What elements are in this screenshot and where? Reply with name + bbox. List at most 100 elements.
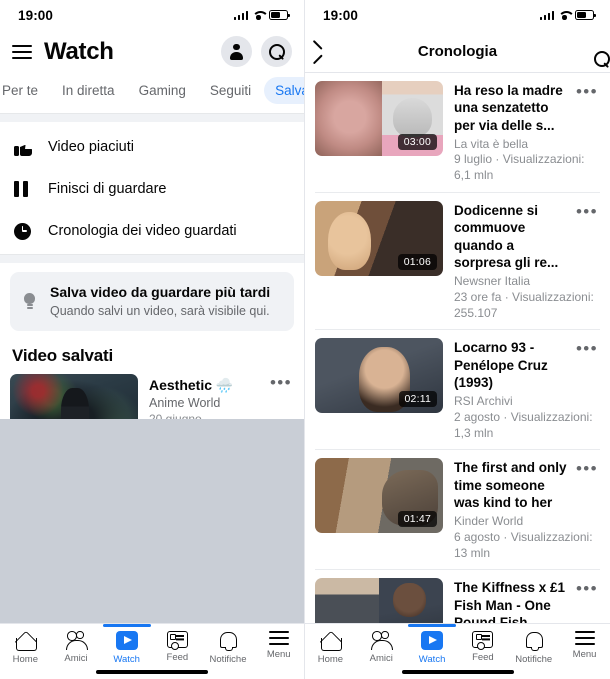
video-duration-badge: 01:47 <box>397 511 437 528</box>
video-title: Aesthetic 🌧️ <box>149 376 234 393</box>
nav-label: Notifiche <box>515 654 553 665</box>
bell-icon <box>525 631 544 651</box>
watch-header: Watch <box>0 30 304 75</box>
video-page-name: La vita è bella <box>454 136 529 151</box>
menu-row-finisci-di-guardare[interactable]: Finisci di guardare <box>0 168 304 210</box>
nav-label: Menu <box>266 649 291 660</box>
tab-salvati[interactable]: Salvati <box>264 77 304 104</box>
person-icon <box>229 44 244 60</box>
active-tab-indicator <box>102 624 151 627</box>
feed-icon <box>472 631 494 650</box>
tab-per-te[interactable]: Per te <box>0 77 49 104</box>
video-title: Ha reso la madre una senzatetto per via … <box>454 83 563 133</box>
nav-item-menu[interactable]: Menu <box>559 631 610 660</box>
nav-item-notifiche[interactable]: Notifiche <box>203 631 254 665</box>
history-list-item[interactable]: 02:11 Locarno 93 - Penélope Cruz (1993) … <box>305 330 610 449</box>
tab-gaming[interactable]: Gaming <box>128 77 197 104</box>
tab-in-diretta[interactable]: In diretta <box>51 77 126 104</box>
thumbs-up-icon <box>14 138 40 156</box>
search-button[interactable] <box>261 36 292 67</box>
video-title: Locarno 93 - Penélope Cruz (1993) <box>454 340 548 390</box>
info-card-subtitle: Quando salvi un video, sarà visibile qui… <box>50 303 270 318</box>
nav-item-watch[interactable]: Watch <box>101 624 152 665</box>
nav-item-home[interactable]: Home <box>0 631 51 665</box>
save-videos-info-card: Salva video da guardare più tardi Quando… <box>10 272 294 331</box>
history-list-item[interactable]: 03:00 Ha reso la madre una senzatetto pe… <box>305 73 610 192</box>
more-options-icon[interactable]: ••• <box>570 339 600 357</box>
nav-label: Feed <box>166 652 189 663</box>
history-list-item[interactable]: 01:47 The first and only time someone wa… <box>305 450 610 569</box>
video-title: The first and only time someone was kind… <box>454 460 567 510</box>
video-meta-line: 9 luglio · Visualizzazioni: <box>454 152 585 167</box>
watch-icon <box>115 631 138 650</box>
nav-label: Home <box>12 654 38 665</box>
nav-item-watch[interactable]: Watch <box>407 624 458 665</box>
cellular-signal-icon <box>233 10 248 20</box>
wifi-icon <box>252 10 265 20</box>
status-bar-icons <box>233 10 290 20</box>
nav-label: Watch <box>418 654 446 665</box>
nav-label: Notifiche <box>209 654 247 665</box>
menu-row-cronologia[interactable]: Cronologia dei video guardati <box>0 210 304 252</box>
nav-item-feed[interactable]: Feed <box>457 631 508 663</box>
friends-icon <box>370 631 394 651</box>
nav-item-home[interactable]: Home <box>305 631 356 665</box>
video-thumbnail[interactable]: 01:47 <box>315 458 443 534</box>
nav-item-amici[interactable]: Amici <box>51 631 102 664</box>
history-list-item[interactable]: 01:06 Dodicenne si commuove quando a sor… <box>305 193 610 329</box>
friends-icon <box>65 631 88 651</box>
video-view-count: 255.107 <box>454 305 498 320</box>
video-meta-line: 23 ore fa · Visualizzazioni: <box>454 289 594 304</box>
video-duration-badge: 02:11 <box>398 391 437 408</box>
saved-menu-rows: Video piaciuti Finisci di guardare Crono… <box>0 122 304 254</box>
more-options-icon[interactable]: ••• <box>570 202 600 220</box>
left-phone-screen: 19:00 Watch Per te In diretta Gaming Seg… <box>0 0 305 679</box>
nav-label: Home <box>317 654 344 665</box>
nav-label: Amici <box>369 653 393 664</box>
watch-icon <box>421 631 444 650</box>
status-bar-time: 19:00 <box>323 7 359 23</box>
back-arrow-icon[interactable] <box>321 42 332 60</box>
profile-button[interactable] <box>221 36 252 67</box>
history-item-meta: Dodicenne si commuove quando a sorpresa … <box>443 201 600 321</box>
right-phone-screen: 19:00 Cronologia 03:00 Ha reso la madre … <box>305 0 610 679</box>
nav-item-amici[interactable]: Amici <box>356 631 407 664</box>
more-options-icon[interactable]: ••• <box>570 579 600 597</box>
menu-row-video-piaciuti[interactable]: Video piaciuti <box>0 126 304 168</box>
nav-label: Feed <box>472 652 494 663</box>
video-thumbnail[interactable]: 03:00 <box>315 81 443 156</box>
video-view-count: 6,1 mln <box>454 168 494 183</box>
bottom-navigation: Home Amici Watch Feed Notifiche Menu <box>0 623 304 679</box>
video-thumbnail[interactable]: 02:11 <box>315 338 443 414</box>
info-card-title: Salva video da guardare più tardi <box>50 284 271 300</box>
video-thumbnail[interactable]: 01:06 <box>315 201 443 277</box>
battery-icon <box>575 10 596 20</box>
video-view-count: 1,3 mln <box>454 425 494 440</box>
nav-item-notifiche[interactable]: Notifiche <box>508 631 559 665</box>
video-meta-line: 6 agosto · Visualizzazioni: <box>454 529 593 544</box>
nav-label: Amici <box>64 653 88 664</box>
tab-seguiti[interactable]: Seguiti <box>199 77 262 104</box>
info-card-text: Salva video da guardare più tardi Quando… <box>50 283 270 320</box>
more-options-icon[interactable]: ••• <box>570 82 600 100</box>
status-bar-icons <box>539 10 596 20</box>
status-bar: 19:00 <box>0 0 304 30</box>
pause-icon <box>14 181 40 197</box>
nav-item-feed[interactable]: Feed <box>152 631 203 663</box>
page-title: Cronologia <box>417 42 498 60</box>
wifi-icon <box>558 10 571 20</box>
home-indicator <box>401 669 514 674</box>
feed-icon <box>166 631 188 650</box>
nav-item-menu[interactable]: Menu <box>253 631 304 660</box>
search-icon <box>268 43 285 60</box>
more-options-icon[interactable]: ••• <box>570 459 600 477</box>
cronologia-header: Cronologia <box>305 30 610 72</box>
menu-row-label: Video piaciuti <box>48 139 134 155</box>
menu-row-label: Finisci di guardare <box>48 181 167 197</box>
home-indicator <box>96 669 208 674</box>
menu-icon <box>268 631 289 645</box>
video-duration-badge: 03:00 <box>397 134 437 150</box>
battery-icon <box>269 10 290 20</box>
hamburger-icon[interactable] <box>12 44 32 59</box>
watch-tabs: Per te In diretta Gaming Seguiti Salvati <box>0 75 304 113</box>
